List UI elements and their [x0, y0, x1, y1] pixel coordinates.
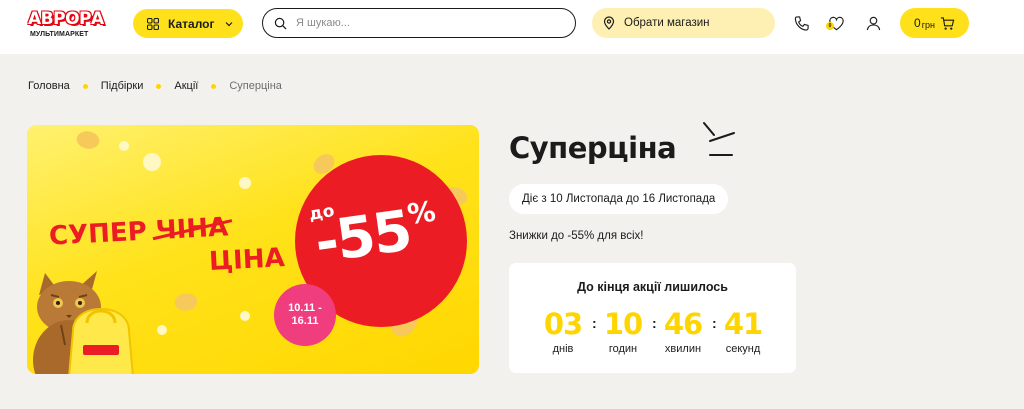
- phone-button[interactable]: [791, 13, 811, 33]
- breadcrumb-separator: [211, 83, 217, 89]
- logo-name: АВРОРА: [28, 9, 104, 29]
- decor-dot: [157, 325, 167, 335]
- countdown-card: До кінця акції лишилось 03 днів : 10 год…: [509, 263, 796, 373]
- breadcrumb: Головна Підбірки Акції Суперціна: [28, 80, 282, 92]
- decor-dot: [240, 311, 250, 321]
- search-input[interactable]: [296, 17, 556, 29]
- countdown-separator: :: [652, 315, 657, 331]
- chevron-down-icon: [225, 21, 232, 26]
- banner-word-price: ЦІНА: [208, 243, 286, 277]
- search-bar: [262, 8, 576, 38]
- location-pin-icon: [603, 16, 615, 30]
- choose-store-button[interactable]: Обрати магазин: [592, 8, 775, 38]
- countdown-title: До кінця акції лишилось: [577, 280, 728, 294]
- sparkle-lines-icon: [703, 122, 735, 156]
- shopping-bag-illustration: [68, 307, 134, 374]
- grid-icon: [147, 17, 159, 30]
- page-title: Суперціна: [509, 131, 677, 165]
- breadcrumb-home[interactable]: Головна: [28, 80, 70, 92]
- cart-amount: 0: [914, 16, 921, 30]
- favorites-count-badge: 0: [826, 22, 834, 30]
- leaf-icon: [173, 290, 199, 314]
- promo-banner: до -55% СУПЕР ЧІНА ЦІНА 10.11 - 16.11: [27, 125, 479, 374]
- discount-percent-sign: %: [405, 194, 436, 232]
- countdown-hours-value: 10: [603, 307, 643, 341]
- decor-dot: [239, 177, 251, 189]
- countdown-days: 03 днів: [537, 308, 589, 355]
- cart-icon: [940, 16, 955, 30]
- countdown-seconds-label: секунд: [725, 343, 761, 355]
- countdown-seconds: 41 секунд: [717, 308, 769, 355]
- banner-date-from: 10.11 -: [288, 302, 322, 314]
- countdown-minutes-label: хвилин: [664, 343, 702, 355]
- countdown-hours: 10 годин: [597, 308, 649, 355]
- phone-icon: [794, 15, 809, 31]
- logo-subtitle: МУЛЬТИМАРКЕТ: [30, 31, 89, 38]
- countdown-days-value: 03: [543, 307, 583, 341]
- user-icon: [866, 16, 880, 30]
- breadcrumb-promotions[interactable]: Акції: [174, 80, 198, 92]
- countdown-separator: :: [712, 315, 717, 331]
- search-icon: [274, 17, 287, 29]
- site-header: АВРОРА МУЛЬТИМАРКЕТ Каталог Обрати магаз…: [0, 0, 1024, 54]
- leaf-icon: [73, 126, 103, 154]
- catalog-label: Каталог: [168, 16, 215, 31]
- banner-word-super: СУПЕР: [48, 216, 148, 252]
- account-button[interactable]: [863, 13, 883, 33]
- banner-crossed-word: ЧІНА: [154, 212, 230, 247]
- countdown-minutes-value: 46: [663, 307, 703, 341]
- breadcrumb-separator: [82, 83, 88, 89]
- countdown-minutes: 46 хвилин: [657, 308, 709, 355]
- cart-currency: грн: [921, 19, 935, 30]
- banner-date-to: 16.11: [291, 315, 319, 327]
- discount-number: -55: [311, 198, 415, 277]
- breadcrumb-current: Суперціна: [229, 80, 282, 92]
- decor-dot: [143, 153, 161, 171]
- choose-store-label: Обрати магазин: [624, 17, 710, 29]
- breadcrumb-collections[interactable]: Підбірки: [101, 80, 144, 92]
- cart-button[interactable]: 0 грн: [900, 8, 969, 38]
- promo-period-badge: Діє з 10 Листопада до 16 Листопада: [509, 184, 729, 214]
- countdown-separator: :: [592, 315, 597, 331]
- decor-dot: [119, 141, 129, 151]
- countdown-days-label: днів: [552, 343, 574, 355]
- favorites-button[interactable]: 0: [826, 13, 846, 33]
- banner-headline: СУПЕР ЧІНА: [48, 212, 229, 251]
- countdown-seconds-value: 41: [723, 307, 763, 341]
- banner-dates-badge: 10.11 - 16.11: [274, 284, 336, 346]
- promo-description: Знижки до -55% для всіх!: [509, 230, 644, 242]
- breadcrumb-separator: [156, 83, 162, 89]
- logo[interactable]: АВРОРА МУЛЬТИМАРКЕТ: [26, 9, 116, 43]
- countdown-hours-label: годин: [608, 343, 638, 355]
- catalog-button[interactable]: Каталог: [133, 9, 243, 38]
